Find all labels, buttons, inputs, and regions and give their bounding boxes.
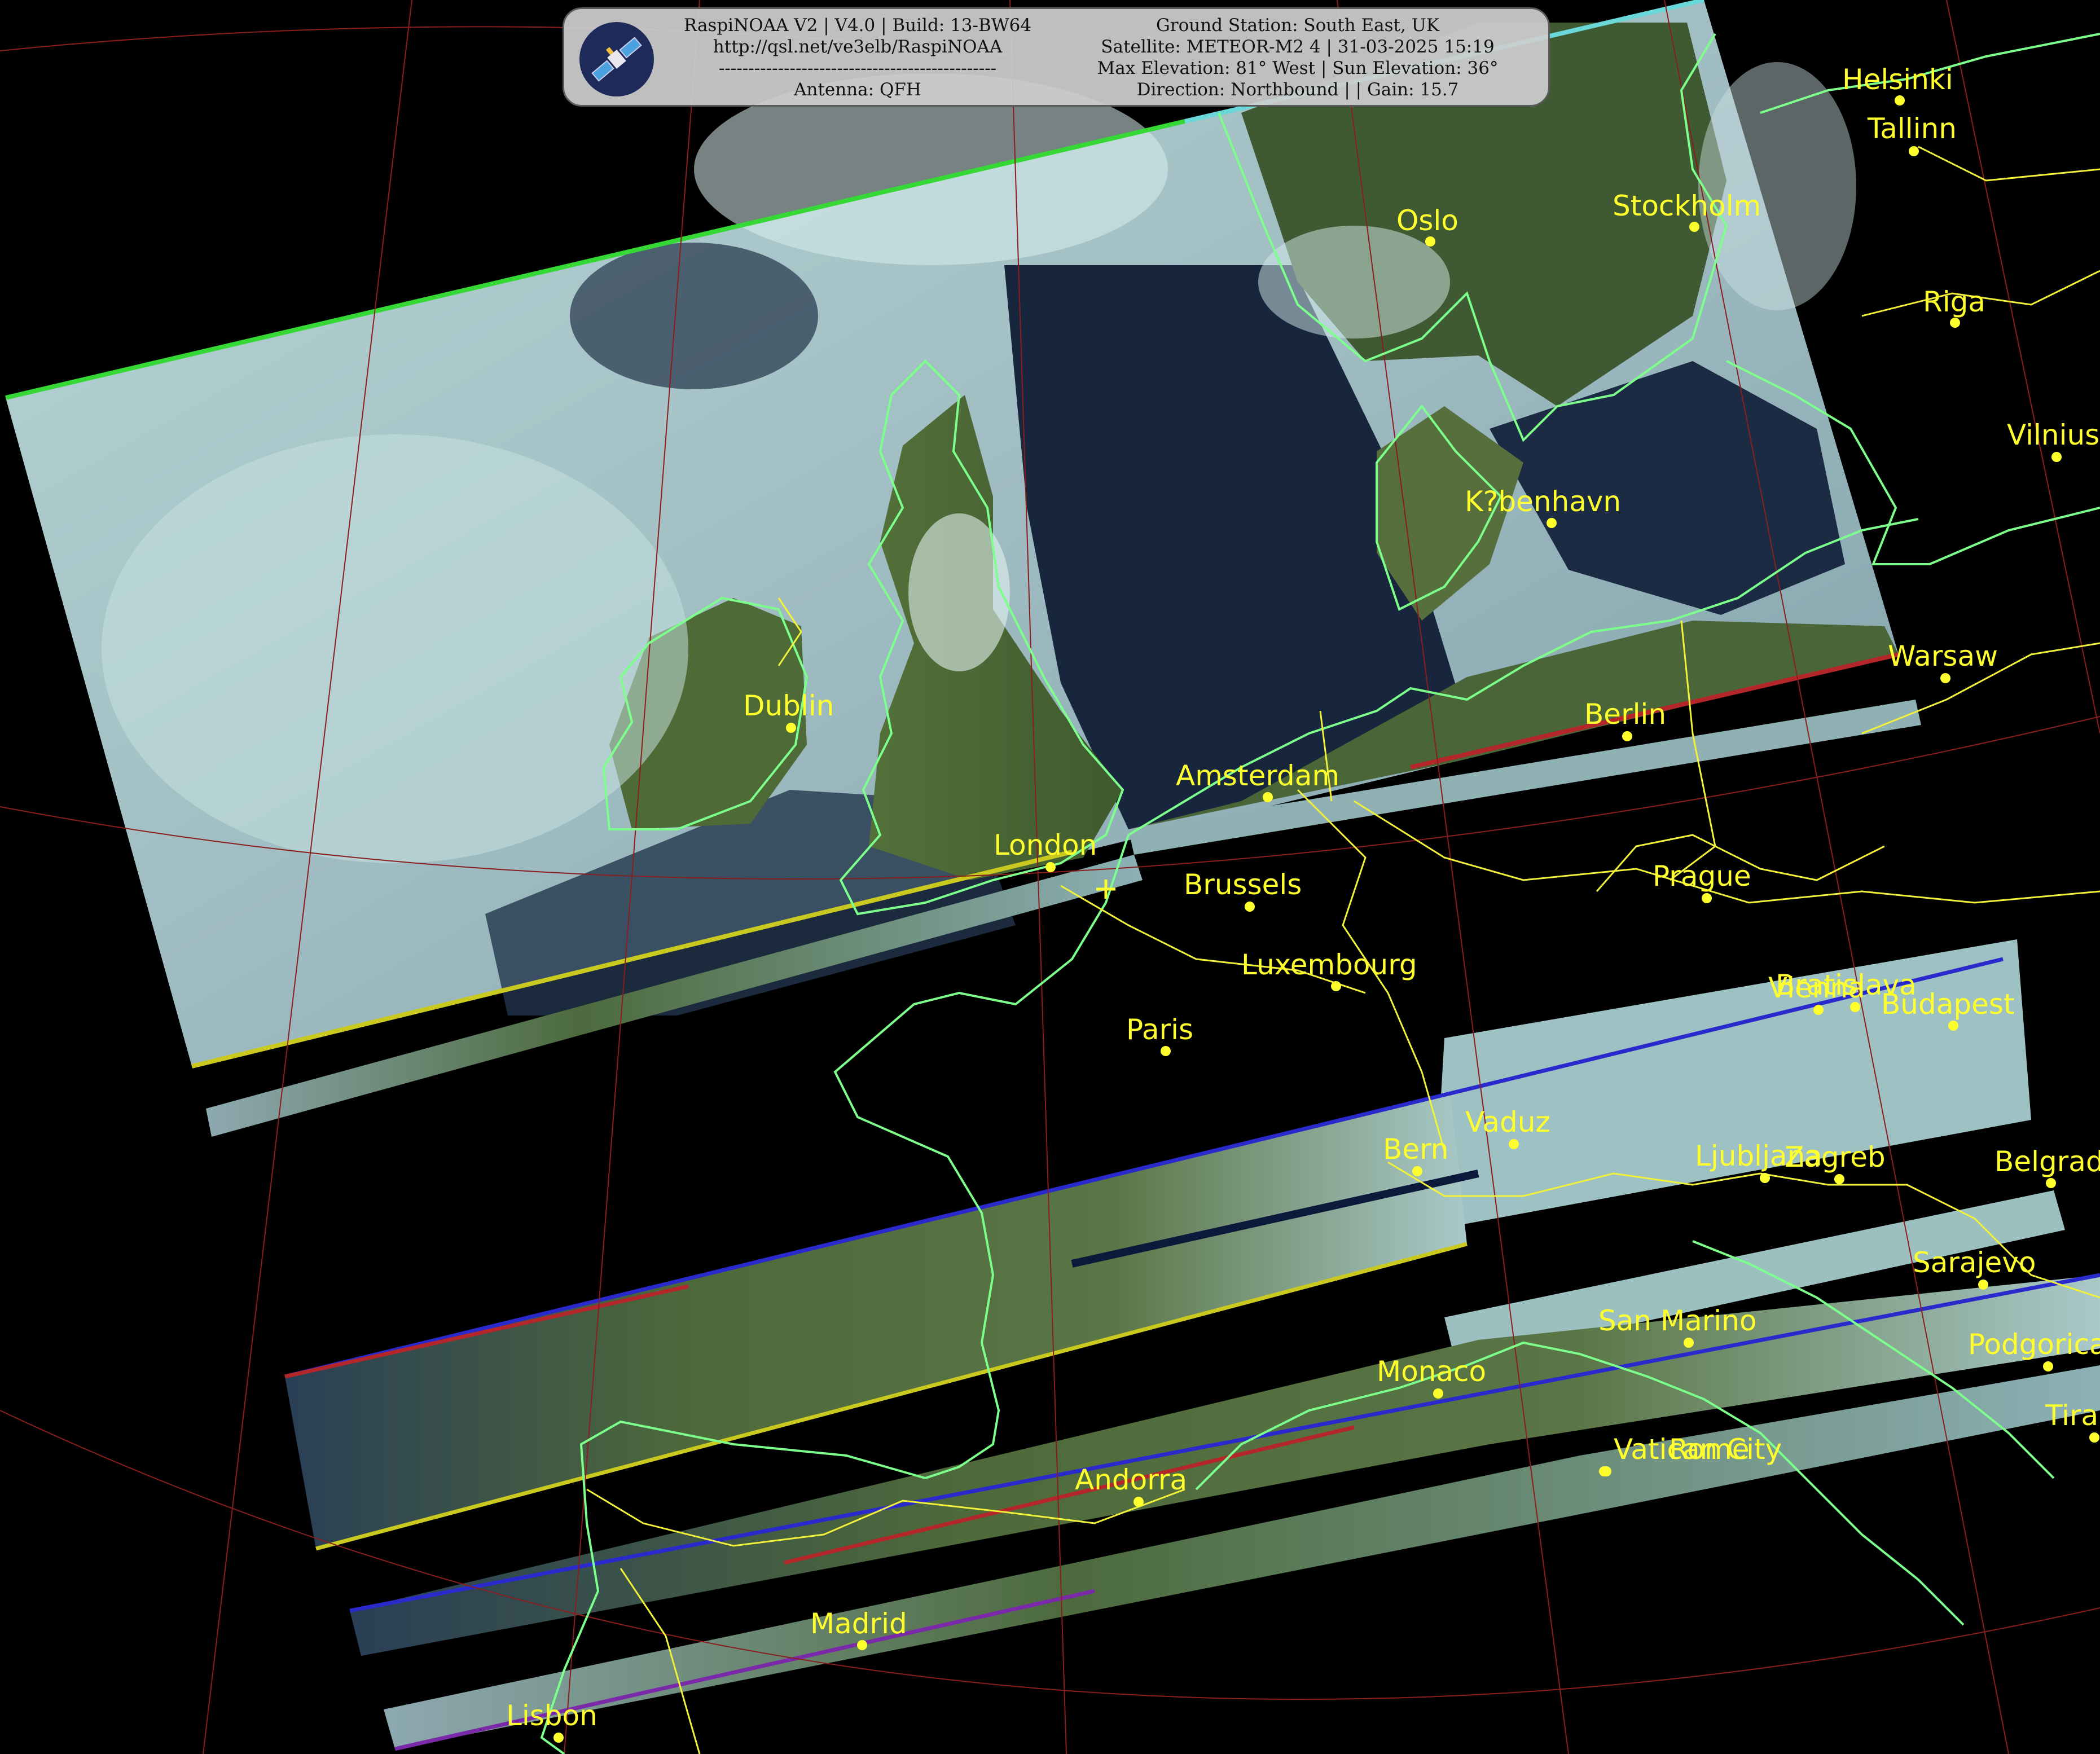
city-dot <box>1161 1046 1171 1056</box>
city-dot <box>1509 1139 1519 1149</box>
city-dot <box>553 1733 564 1743</box>
city-label: Paris <box>1126 1013 1193 1046</box>
city-dot <box>1263 792 1273 802</box>
city-label: San Marino <box>1598 1304 1756 1337</box>
city-dot <box>1331 981 1341 991</box>
city-label: Podgorica <box>1968 1328 2100 1361</box>
city-dot <box>1684 1338 1694 1348</box>
separator-line: ----------------------------------------… <box>718 58 997 78</box>
city-dot <box>1834 1174 1844 1184</box>
city-dot <box>1425 236 1435 247</box>
satellite-info: Satellite: METEOR-M2 4 | 31-03-2025 15:1… <box>1101 37 1495 57</box>
city-dot <box>1045 862 1056 872</box>
ground-station-info: Ground Station: South East, UK <box>1156 15 1439 36</box>
city-label: Budapest <box>1881 988 2015 1021</box>
city-dot <box>1245 902 1255 912</box>
elevation-info: Max Elevation: 81° West | Sun Elevation:… <box>1097 58 1499 78</box>
direction-gain-info: Direction: Northbound | | Gain: 15.7 <box>1136 80 1459 100</box>
city-dot <box>1134 1497 1144 1507</box>
city-label: Prague <box>1653 860 1751 893</box>
city-dot <box>857 1640 867 1650</box>
cloud-patch <box>570 243 818 389</box>
city-label: Amsterdam <box>1176 759 1339 792</box>
city-dot <box>786 723 796 733</box>
pass-info-banner: RaspiNOAA V2 | V4.0 | Build: 13-BW64 htt… <box>563 7 1550 107</box>
city-label: Bern <box>1383 1133 1448 1166</box>
city-label: Brussels <box>1184 868 1302 901</box>
city-dot <box>1689 222 1699 232</box>
cloud-patch <box>908 513 1010 671</box>
city-label: Warsaw <box>1888 640 1998 672</box>
city-dot <box>1433 1388 1443 1399</box>
antenna-info: Antenna: QFH <box>794 80 921 100</box>
city-label: Riga <box>1923 285 1985 318</box>
city-dot <box>1813 1005 1824 1015</box>
city-dot <box>1547 518 1557 528</box>
city-label: Vaduz <box>1465 1106 1550 1138</box>
satellite-map: Helsinki Tallinn Stockholm Oslo Riga Vilnius K… <box>0 0 2100 1754</box>
city-dot <box>1948 1021 1958 1031</box>
city-dot <box>1622 731 1632 741</box>
city-label: Sarajevo <box>1913 1246 2036 1279</box>
city-dot <box>2043 1361 2053 1371</box>
city-dot <box>1412 1166 1422 1176</box>
city-dot <box>2089 1432 2099 1443</box>
city-dot <box>1702 893 1712 903</box>
city-label: Monaco <box>1377 1355 1486 1388</box>
city-label: Oslo <box>1396 204 1458 237</box>
city-label: Dublin <box>743 689 834 722</box>
city-dot <box>1940 673 1950 683</box>
software-version: RaspiNOAA V2 | V4.0 | Build: 13-BW64 <box>683 15 1032 36</box>
city-label: Stockholm <box>1613 190 1761 222</box>
city-label: Vienna <box>1768 971 1865 1004</box>
city-label: Madrid <box>810 1607 907 1640</box>
city-label: Luxembourg <box>1241 948 1417 981</box>
city-label: Tallinn <box>1867 112 1957 145</box>
city-dot <box>1978 1280 1988 1290</box>
city-dot <box>2046 1178 2056 1188</box>
city-label: London <box>994 829 1097 861</box>
city-label: Belgrade <box>1994 1145 2100 1178</box>
city-label: Vilnius <box>2007 419 2099 451</box>
city-dot <box>1760 1173 1770 1183</box>
city-label: Lisbon <box>506 1699 598 1732</box>
city-label: Andorra <box>1075 1463 1187 1496</box>
project-url: http://qsl.net/ve3elb/RaspiNOAA <box>713 37 1003 57</box>
cloud-patch <box>1698 62 1856 310</box>
city-label: Helsinki <box>1842 63 1953 96</box>
city-label: Rome <box>1669 1433 1750 1466</box>
city-dot <box>1599 1466 1609 1476</box>
cloud-patch <box>102 434 688 863</box>
city-dot <box>1950 318 1960 328</box>
city-dot <box>1895 95 1905 105</box>
city-label: Zagreb <box>1785 1141 1886 1173</box>
city-label: K?benhavn <box>1465 485 1621 518</box>
city-dot <box>2051 452 2062 462</box>
city-label: Tirana <box>2045 1399 2100 1432</box>
city-label: Berlin <box>1584 698 1666 731</box>
city-dot <box>1909 146 1919 156</box>
